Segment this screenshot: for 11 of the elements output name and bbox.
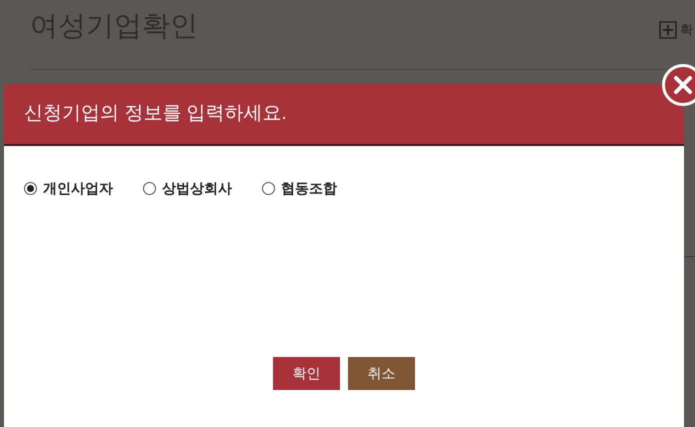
radio-option[interactable]: 개인사업자 [24, 178, 113, 199]
confirm-button[interactable]: 확인 [273, 357, 340, 390]
radio-option[interactable]: 협동조합 [262, 178, 337, 199]
dialog-title: 신청기업의 정보를 입력하세요. [24, 102, 287, 126]
radio-option[interactable]: 상법상회사 [143, 178, 232, 199]
close-button[interactable] [662, 64, 695, 106]
close-icon [673, 75, 693, 95]
radio-button[interactable] [262, 182, 275, 195]
cancel-button[interactable]: 취소 [348, 357, 415, 390]
radio-button[interactable] [24, 182, 37, 195]
radio-button[interactable] [143, 182, 156, 195]
